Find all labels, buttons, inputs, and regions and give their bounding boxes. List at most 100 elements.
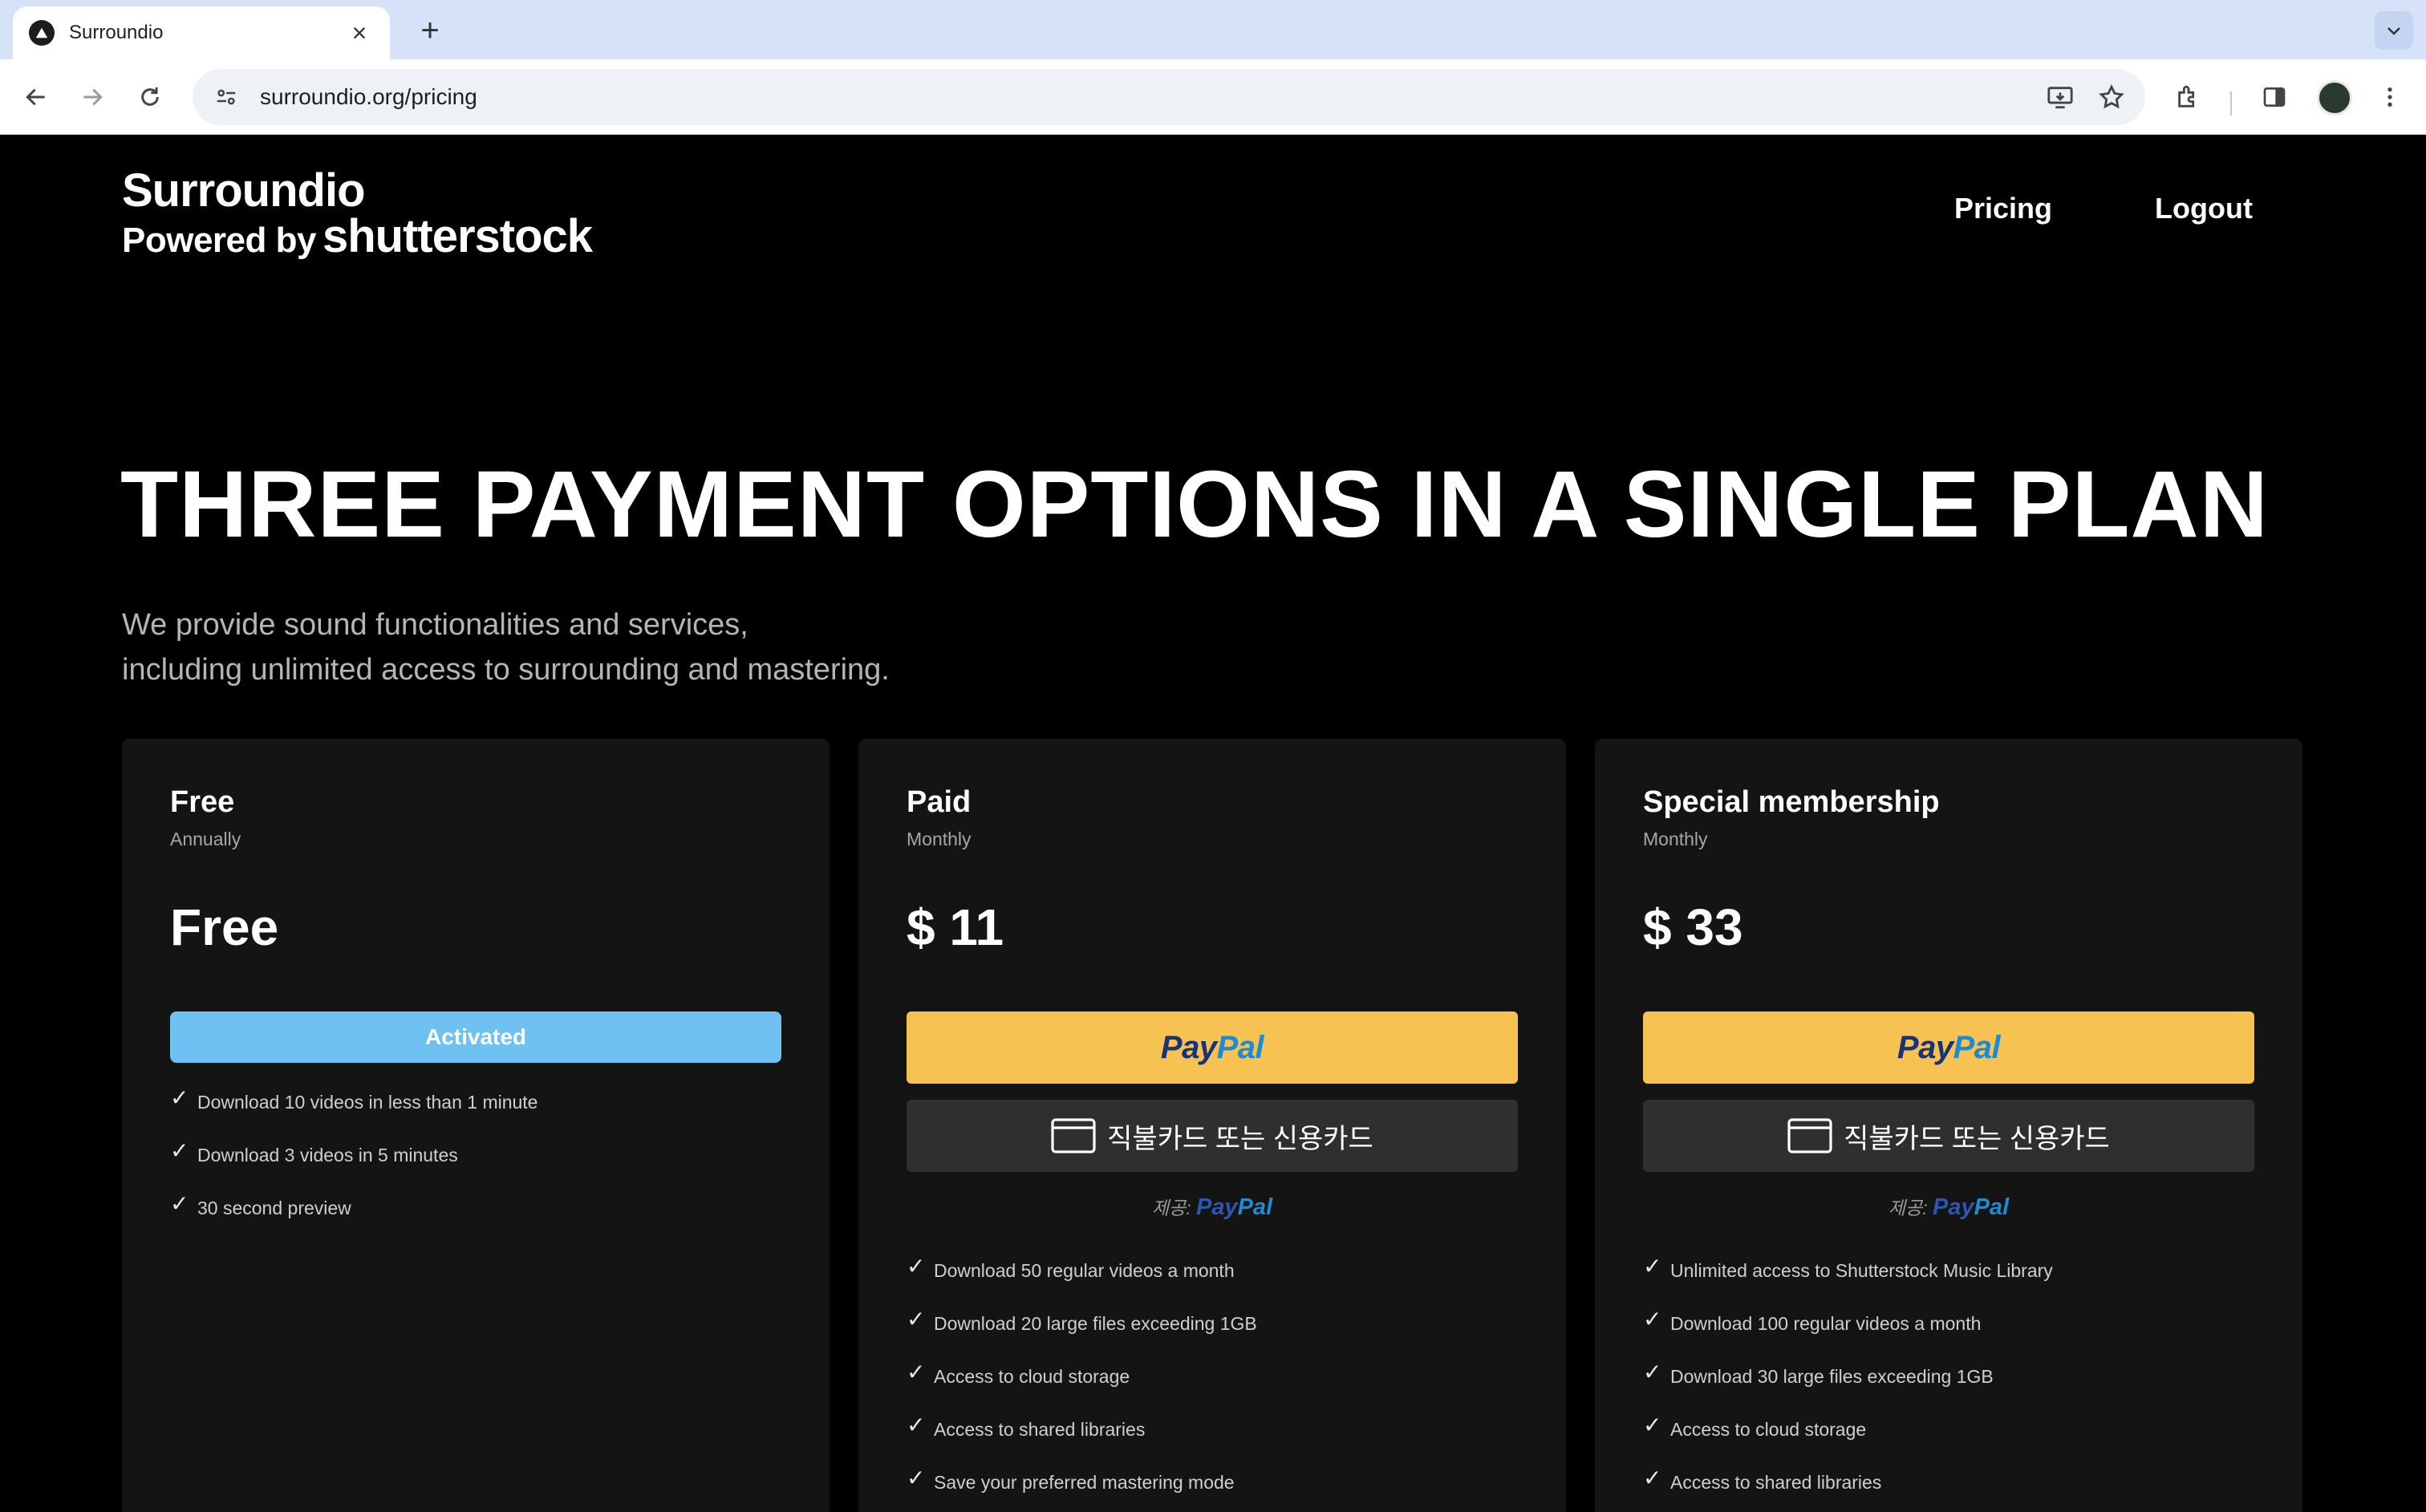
- browser-tab-strip: Surroundio × +: [0, 0, 2426, 59]
- toolbar-divider: [2230, 91, 2232, 116]
- logo-name: Surroundio: [122, 164, 366, 217]
- feature-text: Access to cloud storage: [1670, 1418, 1867, 1440]
- check-icon: ✓: [907, 1465, 926, 1490]
- plan-price: Free: [170, 898, 279, 956]
- chevron-down-icon: [2387, 27, 2400, 35]
- install-app-icon[interactable]: [2043, 79, 2078, 115]
- feature-item: ✓ Download 3 videos in 5 minutes: [170, 1129, 538, 1182]
- plan-period: Monthly: [907, 829, 972, 849]
- plan-period: Monthly: [1643, 829, 1708, 849]
- address-bar[interactable]: surroundio.org/pricing: [193, 69, 2145, 125]
- check-icon: ✓: [907, 1412, 926, 1437]
- nav-link-pricing[interactable]: Pricing: [1954, 192, 2052, 225]
- check-icon: ✓: [907, 1359, 926, 1384]
- browser-tab[interactable]: Surroundio ×: [13, 6, 390, 59]
- feature-text: Save your preferred mastering mode: [934, 1471, 1235, 1493]
- check-icon: ✓: [1643, 1253, 1662, 1279]
- debit-credit-card-button[interactable]: 직불카드 또는 신용카드: [907, 1100, 1518, 1172]
- paypal-button[interactable]: Pay Pal: [1643, 1011, 2254, 1084]
- plan-card-special-membership: Special membership Monthly $ 33 Pay Pal 직…: [1595, 739, 2302, 1512]
- feature-item: ✓ Access to cloud storage: [1643, 1403, 2053, 1456]
- site-logo[interactable]: Surroundio Powered by shutterstock: [122, 164, 593, 261]
- check-icon: ✓: [170, 1084, 189, 1110]
- logo-tagline: Powered by shutterstock: [122, 213, 593, 261]
- profile-avatar[interactable]: [2317, 80, 2352, 116]
- powered-by-paypal: 제공: PayPal: [907, 1193, 1518, 1221]
- subtitle-line: We provide sound functionalities and ser…: [122, 608, 748, 642]
- paypal-logo-part: Pal: [1237, 1194, 1273, 1220]
- plan-name: Paid: [907, 785, 972, 819]
- card-button-label: 직불카드 또는 신용카드: [1844, 1123, 2110, 1154]
- site-info-icon[interactable]: [209, 79, 244, 115]
- feature-item: ✓ 30 second preview: [170, 1182, 538, 1234]
- kebab-menu-icon[interactable]: [2370, 77, 2410, 117]
- paypal-wordmark: PayPal: [1196, 1194, 1272, 1220]
- paypal-logo-part: Pal: [1216, 1029, 1264, 1065]
- new-tab-button[interactable]: +: [411, 11, 449, 50]
- url-text: surroundio.org/pricing: [260, 84, 477, 109]
- check-icon: ✓: [907, 1253, 926, 1279]
- feature-item: ✓ Download 30 large files exceeding 1GB: [1643, 1350, 2053, 1403]
- check-icon: ✓: [170, 1137, 189, 1163]
- paypal-wordmark: PayPal: [1933, 1194, 2009, 1220]
- back-button[interactable]: [16, 77, 56, 117]
- paypal-logo-part: Pal: [1974, 1194, 2010, 1220]
- reload-icon: [141, 87, 159, 106]
- feature-item: ✓ Access to cloud storage: [907, 1350, 1257, 1403]
- feature-text: Access to shared libraries: [934, 1418, 1146, 1440]
- feature-text: 30 second preview: [197, 1197, 351, 1218]
- feature-text: Access to cloud storage: [934, 1365, 1130, 1387]
- paypal-logo-part: Pay: [1932, 1194, 1974, 1220]
- plan-name: Special membership: [1643, 785, 1940, 819]
- arrow-right-icon: [83, 88, 103, 106]
- pricing-page: Surroundio Powered by shutterstock Pricin…: [0, 136, 2426, 1512]
- bookmark-star-icon[interactable]: [2094, 79, 2129, 115]
- activated-button[interactable]: Activated: [170, 1011, 781, 1063]
- feature-text: Unlimited access to Shutterstock Music L…: [1670, 1259, 2053, 1281]
- credit-card-icon: [1051, 1118, 1096, 1153]
- card-button-label: 직불카드 또는 신용카드: [1107, 1123, 1373, 1154]
- plan-price: $ 11: [907, 898, 1004, 956]
- feature-item: ✓ Unlimited access to Shutterstock Music …: [1643, 1244, 2053, 1297]
- feature-text: Download 30 large files exceeding 1GB: [1670, 1365, 1994, 1387]
- debit-credit-card-button[interactable]: 직불카드 또는 신용카드: [1643, 1100, 2254, 1172]
- check-icon: ✓: [1643, 1306, 1662, 1332]
- extensions-icon[interactable]: [2168, 77, 2209, 117]
- side-panel-icon[interactable]: [2254, 77, 2294, 117]
- plan-period: Annually: [170, 829, 241, 849]
- check-icon: ✓: [170, 1190, 189, 1216]
- feature-item: ✓ Access to shared libraries: [907, 1403, 1257, 1456]
- feature-list: ✓ Download 10 videos in less than 1 minut…: [170, 1076, 538, 1234]
- page-title: THREE PAYMENT OPTIONS IN A SINGLE PLAN: [120, 452, 2269, 557]
- feature-text: Download 3 videos in 5 minutes: [197, 1144, 458, 1165]
- feature-item: ✓ Download 20 large files exceeding 1GB: [907, 1297, 1257, 1350]
- feature-item: ✓ Access to shared libraries: [1643, 1456, 2053, 1509]
- site-favicon-icon: [29, 20, 55, 46]
- plan-price: $ 33: [1643, 898, 1743, 956]
- powered-by-paypal: 제공: PayPal: [1643, 1193, 2254, 1221]
- plan-name: Free: [170, 785, 235, 819]
- feature-text: Download 20 large files exceeding 1GB: [934, 1312, 1257, 1334]
- nav-link-logout[interactable]: Logout: [2155, 192, 2253, 225]
- paypal-logo-part: Pay: [1897, 1029, 1953, 1065]
- feature-item: ✓ Save your preferred mastering mode: [907, 1456, 1257, 1509]
- check-icon: ✓: [907, 1306, 926, 1332]
- plan-card-free: Free Annually Free Activated ✓ Download 1…: [122, 739, 830, 1512]
- tab-title: Surroundio: [69, 22, 164, 43]
- paypal-logo-part: Pal: [1953, 1029, 2001, 1065]
- feature-text: Access to shared libraries: [1670, 1471, 1882, 1493]
- powered-by-label: 제공:: [1151, 1198, 1191, 1218]
- paypal-logo-part: Pay: [1160, 1029, 1217, 1065]
- browser-toolbar: surroundio.org/pricing: [0, 59, 2426, 135]
- feature-text: Download 100 regular videos a month: [1670, 1312, 1982, 1334]
- arrow-left-icon: [26, 88, 45, 106]
- page-subtitle: We provide sound functionalities and ser…: [122, 602, 1085, 692]
- paypal-button[interactable]: Pay Pal: [907, 1011, 1518, 1084]
- tab-close-icon[interactable]: ×: [345, 18, 374, 47]
- reload-button[interactable]: [130, 77, 170, 117]
- subtitle-line: including unlimited access to surroundin…: [122, 653, 890, 687]
- feature-item: ✓ Download 10 videos in less than 1 minut…: [170, 1076, 538, 1129]
- check-icon: ✓: [1643, 1412, 1662, 1437]
- tab-search-button[interactable]: [2375, 11, 2413, 50]
- forward-button[interactable]: [72, 77, 112, 117]
